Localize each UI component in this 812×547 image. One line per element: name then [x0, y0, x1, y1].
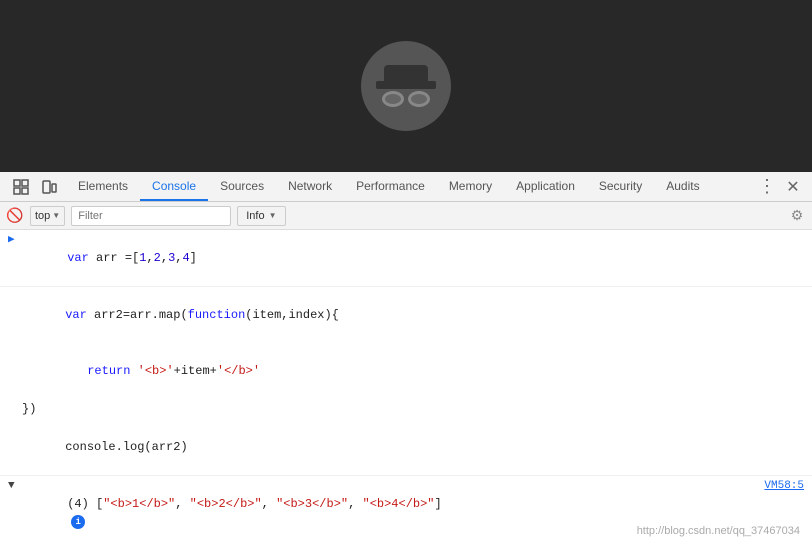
console-line-2: var arr2=arr.map(function(item,index){: [0, 287, 812, 343]
console-settings-button[interactable]: ⚙: [788, 207, 806, 225]
device-toolbar-button[interactable]: [38, 176, 60, 198]
console-line-5: console.log(arr2): [0, 419, 812, 476]
tab-network[interactable]: Network: [276, 172, 344, 201]
incognito-icon: [361, 41, 451, 131]
inspect-element-button[interactable]: [10, 176, 32, 198]
collapse-arrow[interactable]: ▼: [8, 477, 22, 495]
right-glass: [408, 91, 430, 107]
left-glass: [382, 91, 404, 107]
tab-console[interactable]: Console: [140, 172, 208, 201]
expand-arrow-1[interactable]: ▶: [8, 231, 22, 249]
console-context-selector[interactable]: top ▼: [30, 206, 65, 226]
tab-elements[interactable]: Elements: [66, 172, 140, 201]
incognito-hat: [384, 65, 428, 85]
context-dropdown-arrow: ▼: [52, 211, 60, 220]
console-content: ▶ var arr =[1,2,3,4] var arr2=arr.map(fu…: [0, 230, 812, 547]
watermark: http://blog.csdn.net/qq_37467034: [637, 521, 800, 539]
devtools-tabs: Elements Console Sources Network Perform…: [66, 172, 756, 201]
incognito-circle: [361, 41, 451, 131]
console-toolbar: 🚫 top ▼ Info ▼ ⚙: [0, 202, 812, 230]
console-line-4: }): [0, 399, 812, 419]
browser-top-area: [0, 0, 812, 172]
console-line-1: ▶ var arr =[1,2,3,4]: [0, 230, 812, 287]
more-tools-button[interactable]: ⋮: [756, 176, 778, 198]
tab-application[interactable]: Application: [504, 172, 587, 201]
close-devtools-button[interactable]: ✕: [782, 176, 804, 198]
console-clear-button[interactable]: 🚫: [6, 207, 24, 225]
tab-audits[interactable]: Audits: [654, 172, 711, 201]
console-line-3: return '<b>'+item+'</b>': [0, 343, 812, 399]
file-reference[interactable]: VM58:5: [764, 477, 812, 495]
tab-performance[interactable]: Performance: [344, 172, 437, 201]
log-level-selector[interactable]: Info ▼: [237, 206, 285, 226]
log-level-arrow: ▼: [269, 211, 277, 220]
incognito-glasses: [382, 91, 430, 107]
toolbar-right: ⋮ ✕: [756, 176, 808, 198]
tab-security[interactable]: Security: [587, 172, 654, 201]
console-filter-input[interactable]: [71, 206, 231, 226]
tab-memory[interactable]: Memory: [437, 172, 504, 201]
array-info-badge: i: [71, 515, 85, 529]
tab-sources[interactable]: Sources: [208, 172, 276, 201]
devtools-toolbar: Elements Console Sources Network Perform…: [0, 172, 812, 202]
toolbar-icons: [4, 176, 66, 198]
